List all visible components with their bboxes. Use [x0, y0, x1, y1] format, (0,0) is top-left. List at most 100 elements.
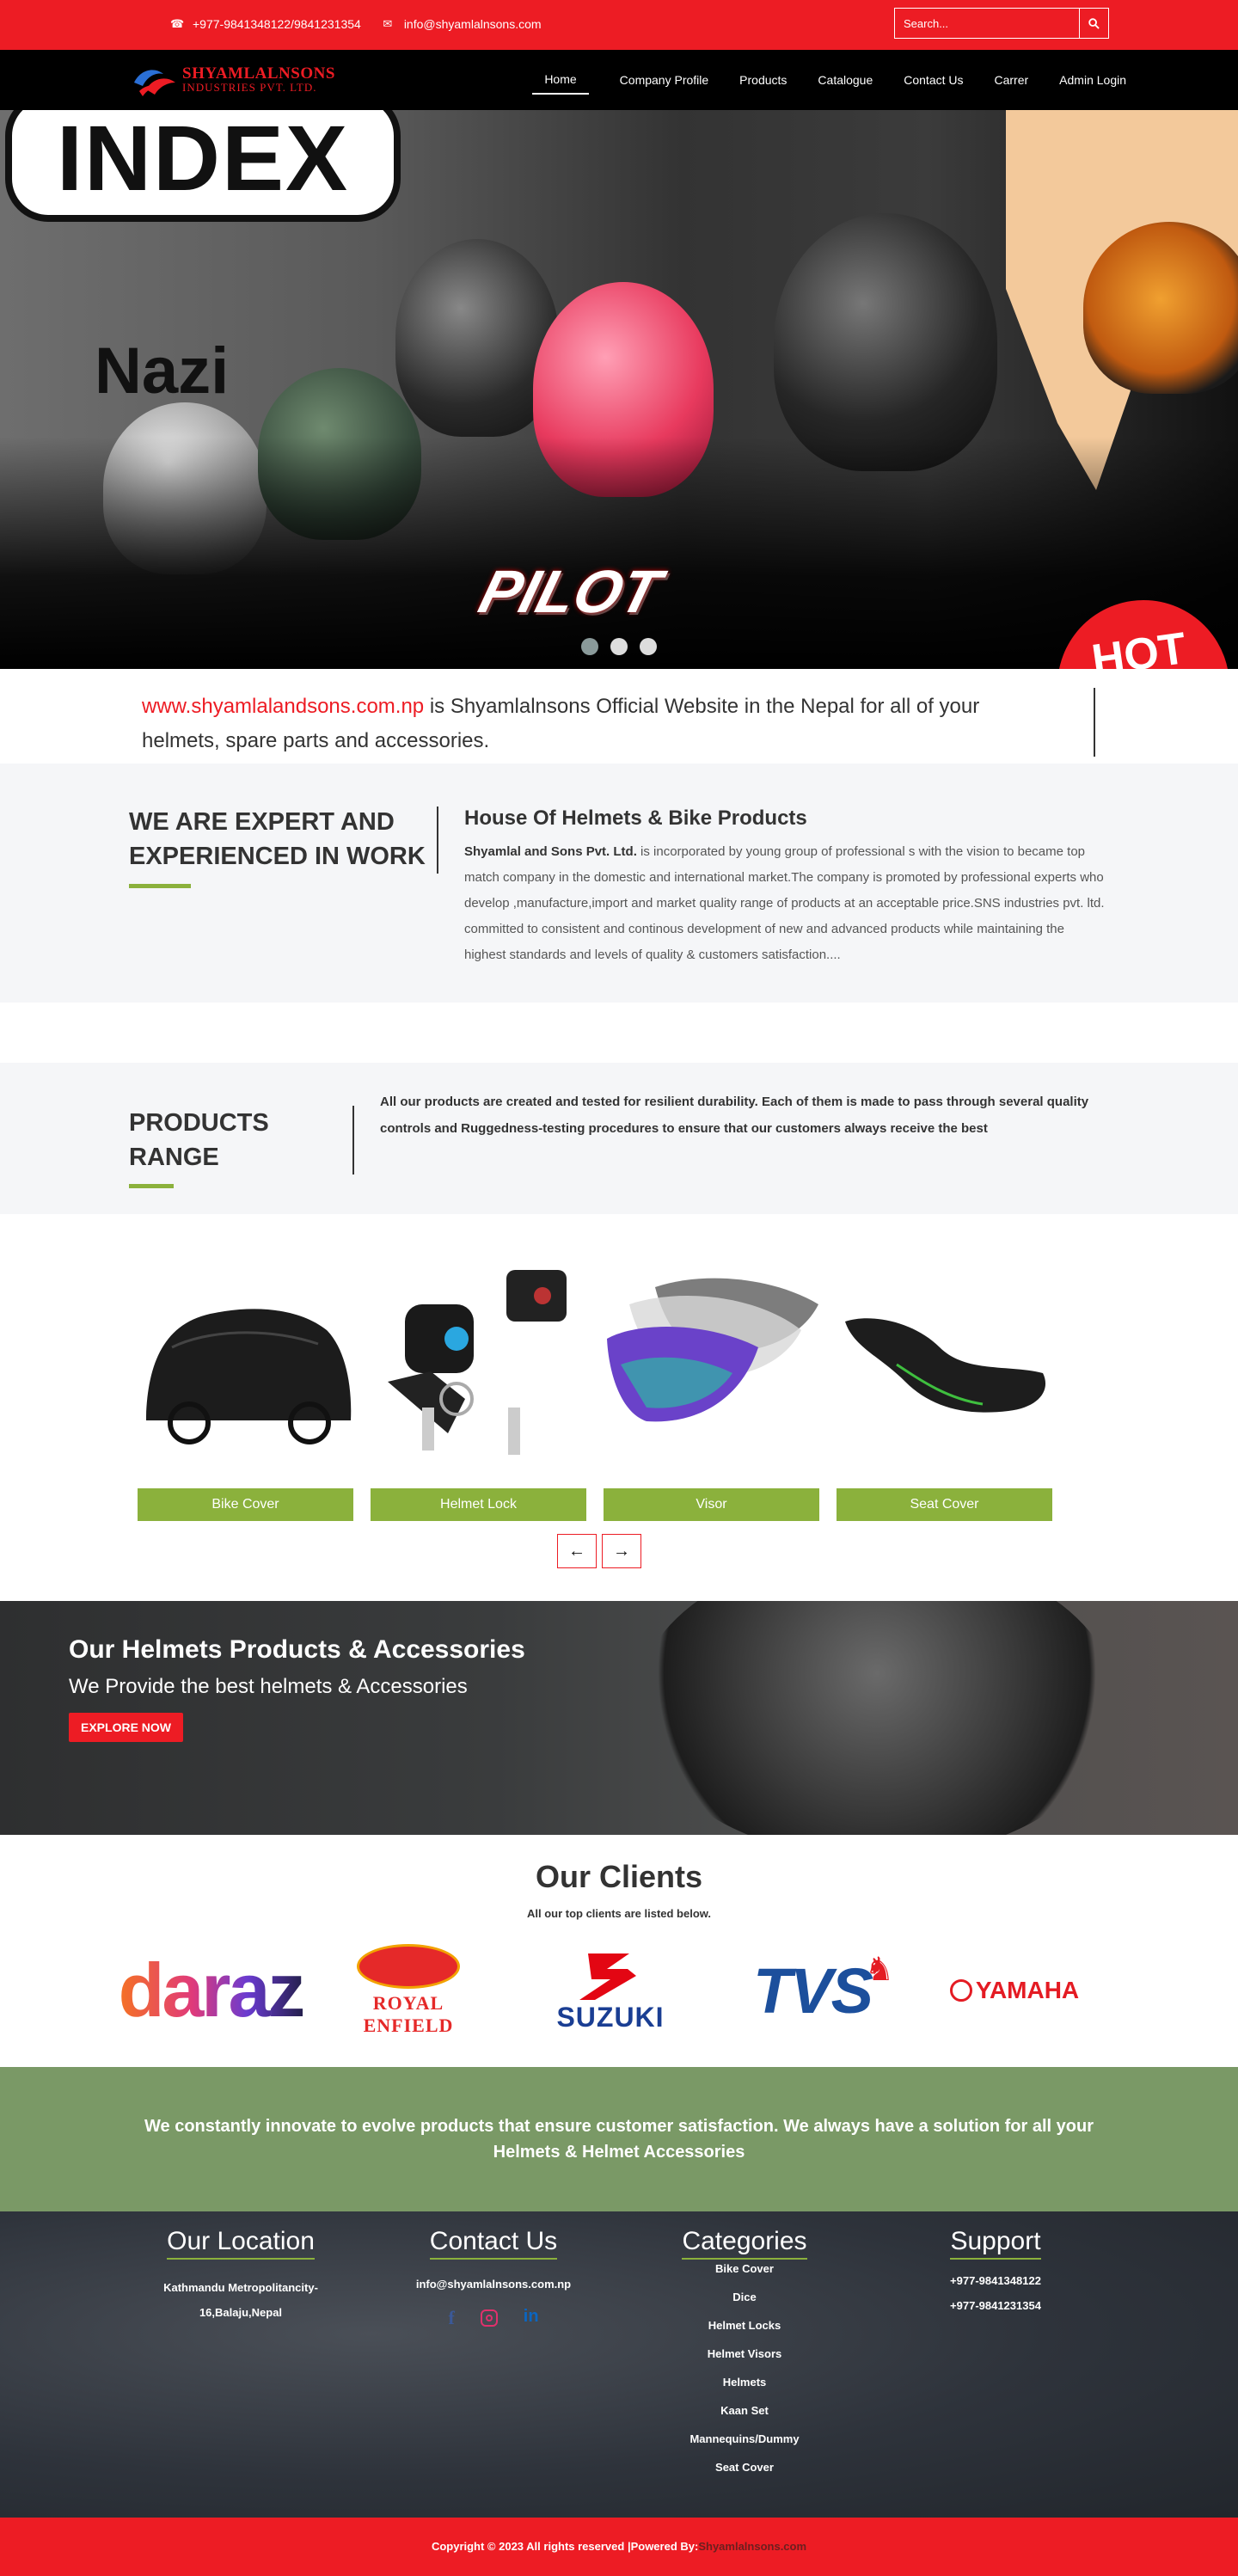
- hero-index-text: INDEX: [56, 110, 350, 210]
- top-email[interactable]: info@shyamlalnsons.com: [404, 17, 542, 31]
- company-name: Shyamlal and Sons Pvt. Ltd.: [464, 844, 637, 859]
- support-phone[interactable]: +977-9841231354: [910, 2293, 1082, 2318]
- logo-line2: INDUSTRIES PVT. LTD.: [182, 81, 317, 94]
- clients-title: Our Clients: [535, 1859, 703, 1894]
- carousel-prev-button[interactable]: ←: [557, 1534, 597, 1568]
- visor-image: [604, 1270, 819, 1459]
- powered-by-link[interactable]: Shyamlalnsons.com: [698, 2540, 806, 2553]
- client-logo-text: daraz: [118, 1947, 306, 2033]
- hero-index-logo: INDEX: [5, 110, 401, 222]
- explore-now-button[interactable]: EXPLORE NOW: [69, 1713, 184, 1742]
- nav-contact-us[interactable]: Contact Us: [904, 66, 963, 94]
- footer-email[interactable]: info@shyamlalnsons.com.np: [387, 2272, 600, 2297]
- client-logo-royal-enfield[interactable]: ROYAL ENFIELD: [331, 1943, 486, 2038]
- support-phone[interactable]: +977-9841348122: [910, 2268, 1082, 2293]
- product-card[interactable]: Visor: [604, 1270, 819, 1521]
- footer-categories: Categories Bike Cover Dice Helmet Locks …: [653, 2227, 836, 2481]
- carousel-next-button[interactable]: →: [602, 1534, 641, 1568]
- product-card[interactable]: Helmet Lock: [371, 1270, 586, 1521]
- about-body: Shyamlal and Sons Pvt. Ltd. is incorpora…: [464, 839, 1105, 968]
- slider-dot[interactable]: [581, 638, 598, 655]
- linkedin-icon[interactable]: in: [524, 2307, 539, 2329]
- footer-location-title: Our Location: [167, 2227, 315, 2260]
- product-card[interactable]: Bike Cover: [138, 1270, 353, 1521]
- official-site-text: www.shyamlalandsons.com.np is Shyamlalns…: [142, 690, 1027, 758]
- clients-section: Our Clients All our top clients are list…: [0, 1835, 1238, 2067]
- top-contact: ☎ +977-9841348122/9841231354 ✉ info@shya…: [170, 17, 542, 31]
- products-range-heading: PRODUCTS RANGE: [129, 1109, 269, 1171]
- footer-category-link[interactable]: Dice: [653, 2283, 836, 2311]
- top-bar: ☎ +977-9841348122/9841231354 ✉ info@shya…: [0, 0, 1238, 50]
- product-label[interactable]: Helmet Lock: [371, 1488, 586, 1521]
- nav-home[interactable]: Home: [532, 65, 589, 95]
- footer-category-link[interactable]: Bike Cover: [653, 2254, 836, 2283]
- client-logo-text: YAMAHA: [975, 1977, 1080, 2003]
- product-label[interactable]: Seat Cover: [837, 1488, 1052, 1521]
- about-section: WE ARE EXPERT AND EXPERIENCED IN WORK Ho…: [0, 764, 1238, 1003]
- product-label[interactable]: Visor: [604, 1488, 819, 1521]
- footer-category-link[interactable]: Kaan Set: [653, 2396, 836, 2425]
- commitment-text: We constantly innovate to evolve product…: [144, 2117, 1094, 2162]
- banner-subtitle: We Provide the best helmets & Accessorie…: [69, 1675, 468, 1698]
- search-input[interactable]: [895, 9, 1079, 38]
- helmet-image-orange: [1083, 222, 1238, 394]
- arrow-left-icon: ←: [568, 1541, 585, 1561]
- carousel-controls: ← →: [557, 1534, 641, 1568]
- search-icon: [1088, 17, 1100, 29]
- product-card[interactable]: Seat Cover: [837, 1270, 1052, 1521]
- official-site-link[interactable]: www.shyamlalandsons.com.np: [142, 695, 424, 718]
- footer-support-title: Support: [950, 2227, 1041, 2260]
- site-logo[interactable]: SHYAMLALNSONS INDUSTRIES PVT. LTD.: [129, 57, 335, 101]
- nav-admin-login[interactable]: Admin Login: [1059, 66, 1126, 94]
- slider-dot[interactable]: [640, 638, 657, 655]
- client-logo-suzuki[interactable]: SUZUKI: [529, 1943, 692, 2038]
- footer-contact: Contact Us info@shyamlalnsons.com.np f i…: [387, 2227, 600, 2329]
- instagram-icon[interactable]: [480, 2309, 498, 2327]
- clients-subtitle: All our top clients are listed below.: [526, 1907, 712, 1920]
- banner-title: Our Helmets Products & Accessories: [69, 1635, 525, 1664]
- site-footer: Our Location Kathmandu Metropolitancity-…: [0, 2211, 1238, 2518]
- seat-cover-image: [837, 1270, 1052, 1459]
- client-logo-daraz[interactable]: daraz: [119, 1943, 306, 2038]
- heading-underline: [129, 1184, 174, 1188]
- slider-dots: [0, 638, 1238, 655]
- about-title: House Of Helmets & Bike Products: [464, 807, 807, 830]
- top-phone[interactable]: +977-9841348122/9841231354: [193, 17, 361, 31]
- products-range-section: PRODUCTS RANGE All our products are crea…: [0, 1063, 1238, 1214]
- footer-address: Kathmandu Metropolitancity-16,Balaju,Nep…: [163, 2281, 318, 2319]
- about-description: is incorporated by young group of profes…: [464, 844, 1105, 962]
- nav-catalogue[interactable]: Catalogue: [818, 66, 873, 94]
- facebook-icon[interactable]: f: [448, 2307, 454, 2329]
- product-carousel: Bike Cover Helmet Lock Visor Seat Cover …: [0, 1214, 1238, 1601]
- copyright-bar: Copyright © 2023 All rights reserved |Po…: [0, 2518, 1238, 2576]
- client-logo-text: TVS: [753, 1954, 873, 2027]
- phone-icon: ☎: [170, 17, 185, 30]
- nav-products[interactable]: Products: [739, 66, 787, 94]
- slider-dot[interactable]: [610, 638, 628, 655]
- product-label[interactable]: Bike Cover: [138, 1488, 353, 1521]
- products-range-body: All our products are created and tested …: [380, 1095, 1089, 1136]
- nav-company-profile[interactable]: Company Profile: [620, 66, 709, 94]
- helmet-image-dark: [774, 213, 997, 471]
- about-heading: WE ARE EXPERT AND EXPERIENCED IN WORK: [129, 808, 426, 870]
- about-divider: [437, 807, 438, 874]
- hero-nazi-text: Nazi: [95, 334, 230, 408]
- client-logo-text: SUZUKI: [556, 2002, 665, 2033]
- search-button[interactable]: [1079, 9, 1108, 38]
- hero-slider[interactable]: INDEX Nazi PILOT HOTSALE: [0, 110, 1238, 669]
- heading-underline: [129, 884, 191, 888]
- search-box: [894, 8, 1109, 39]
- footer-category-link[interactable]: Helmet Visors: [653, 2340, 836, 2368]
- footer-category-link[interactable]: Seat Cover: [653, 2453, 836, 2481]
- nav-career[interactable]: Carrer: [995, 66, 1029, 94]
- social-links: f in: [387, 2307, 600, 2329]
- bike-cover-image: [138, 1270, 353, 1459]
- helmet-lock-image: [371, 1270, 586, 1459]
- footer-category-link[interactable]: Helmet Locks: [653, 2311, 836, 2340]
- promo-banner: Our Helmets Products & Accessories We Pr…: [0, 1601, 1238, 1835]
- logo-line1: SHYAMLALNSONS: [182, 64, 335, 83]
- footer-category-link[interactable]: Helmets: [653, 2368, 836, 2396]
- client-logo-tvs[interactable]: TVS ♞: [731, 1943, 894, 2038]
- client-logo-yamaha[interactable]: YAMAHA: [933, 1943, 1096, 2038]
- footer-category-link[interactable]: Mannequins/Dummy: [653, 2425, 836, 2453]
